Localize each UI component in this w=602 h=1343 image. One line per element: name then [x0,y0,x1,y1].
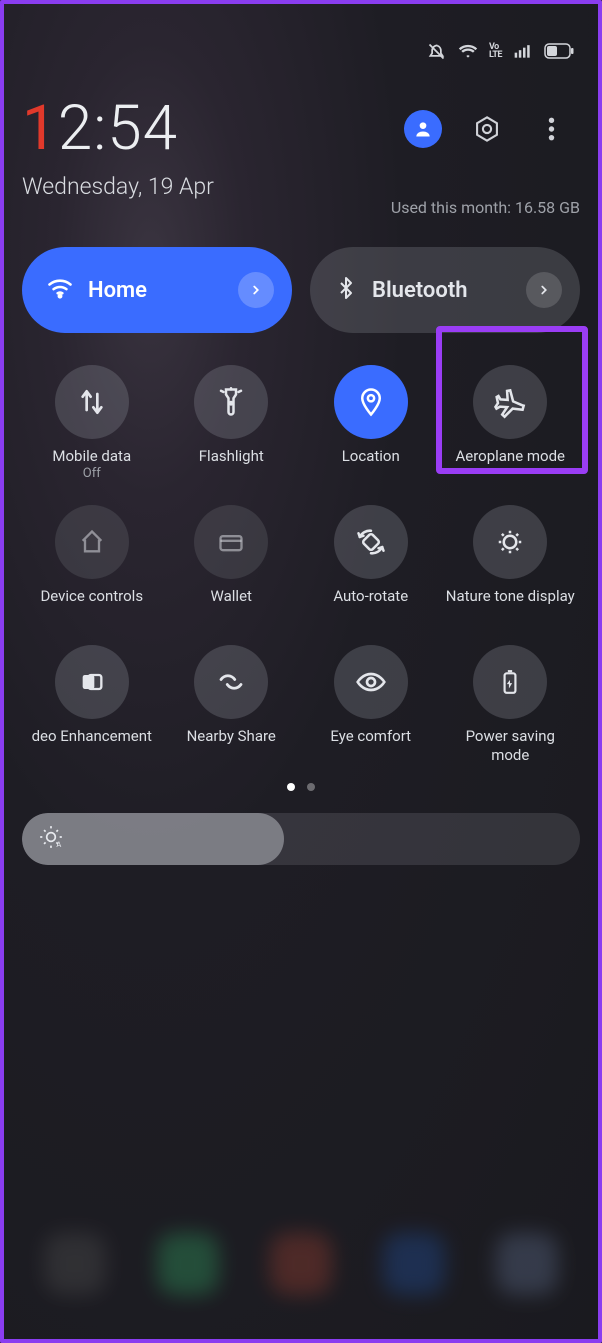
tile-eye-comfort[interactable]: Eye comfort [301,641,441,777]
clock: 12:54 [22,92,178,165]
settings-button[interactable] [468,110,506,148]
aeroplane-mode-icon[interactable] [473,365,547,439]
nearby-share-icon[interactable] [194,645,268,719]
tile-label: Wallet [211,587,252,625]
page-dot[interactable] [307,783,315,791]
svg-text:A: A [56,840,61,849]
auto-rotate-icon[interactable] [334,505,408,579]
wifi-icon [457,41,479,61]
mute-icon [426,41,447,62]
tile-label: Device controls [40,587,143,625]
status-bar: VoLTE [22,20,580,64]
tile-sublabel: Off [52,466,131,482]
tile-location[interactable]: Location [301,361,441,497]
tile-label: Aeroplane mode [455,447,565,485]
wifi-label: Home [88,278,224,303]
wifi-expand[interactable] [238,272,274,308]
quick-settings-grid: Mobile dataOff Flashlight Location Aeroplan… [22,361,580,777]
tile-label: Mobile dataOff [52,447,131,485]
dock-blurred [0,1233,602,1295]
tile-label: Nearby Share [187,727,276,765]
tile-auto-rotate[interactable]: Auto-rotate [301,501,441,637]
flashlight-icon[interactable] [194,365,268,439]
signal-icon [512,41,534,61]
bluetooth-icon [334,274,358,306]
bluetooth-label: Bluetooth [372,278,512,303]
wifi-icon [46,274,74,306]
more-button[interactable] [532,110,570,148]
date: Wednesday, 19 Apr [22,173,214,200]
tile-wallet[interactable]: Wallet [162,501,302,637]
location-icon[interactable] [334,365,408,439]
wallet-icon[interactable] [194,505,268,579]
tile-label: Eye comfort [330,727,411,765]
tile-label: deo Enhancement [32,727,152,765]
tile-label: Location [342,447,400,485]
page-indicator[interactable] [22,783,580,791]
page-dot[interactable] [287,783,295,791]
eye-comfort-icon[interactable] [334,645,408,719]
tile-flashlight[interactable]: Flashlight [162,361,302,497]
tile-video-enhance[interactable]: deo Enhancement [22,641,162,777]
power-saving-icon[interactable] [473,645,547,719]
video-enhance-icon[interactable] [55,645,129,719]
battery-icon [544,43,574,59]
profile-button[interactable] [404,110,442,148]
tile-label: Auto-rotate [333,587,408,625]
brightness-slider[interactable]: A [22,813,580,865]
nature-tone-icon[interactable] [473,505,547,579]
tile-device-controls[interactable]: Device controls [22,501,162,637]
bluetooth-tile[interactable]: Bluetooth [310,247,580,333]
tile-label: Nature tone display [446,587,575,625]
tile-label: Flashlight [199,447,264,485]
tile-nature-tone[interactable]: Nature tone display [441,501,581,637]
tile-aeroplane-mode[interactable]: Aeroplane mode [441,361,581,497]
wifi-tile[interactable]: Home [22,247,292,333]
tile-power-saving[interactable]: Power saving mode [441,641,581,777]
auto-brightness-icon: A [38,824,64,854]
tile-nearby-share[interactable]: Nearby Share [162,641,302,777]
device-controls-icon[interactable] [55,505,129,579]
volte-icon: VoLTE [489,43,502,59]
mobile-data-icon[interactable] [55,365,129,439]
tile-mobile-data[interactable]: Mobile dataOff [22,361,162,497]
bluetooth-expand[interactable] [526,272,562,308]
data-usage[interactable]: Used this month: 16.58 GB [391,198,580,217]
tile-label: Power saving mode [445,727,575,765]
